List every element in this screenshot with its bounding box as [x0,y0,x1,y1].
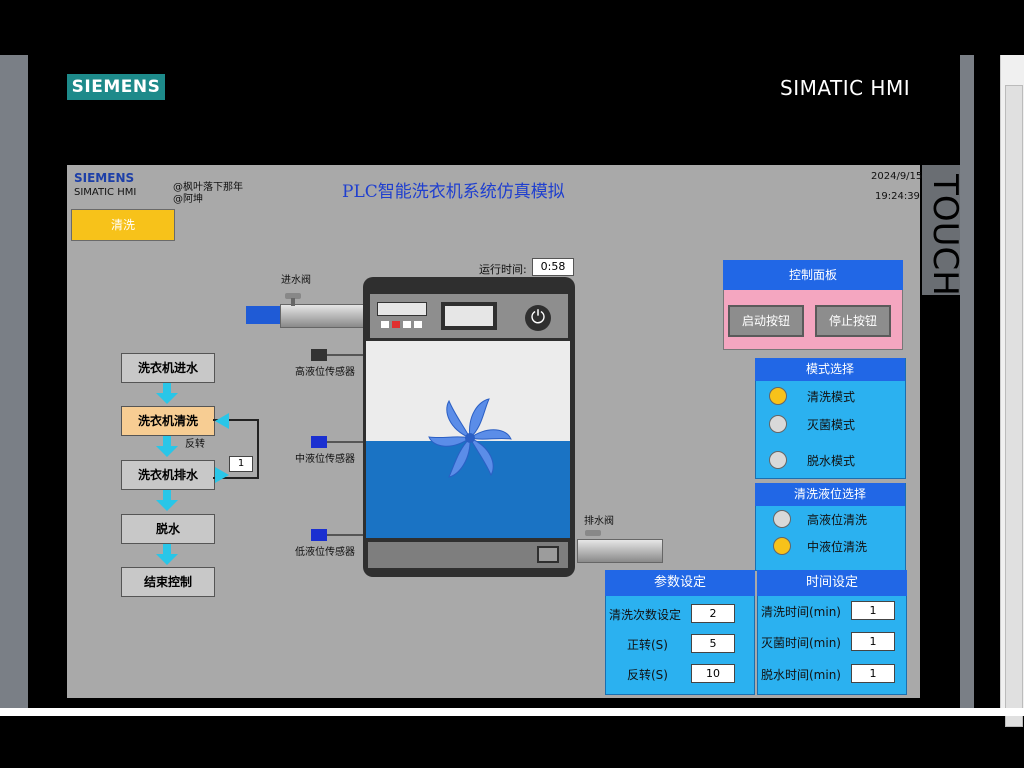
run-time-value: 0:58 [532,258,574,276]
high-level-sensor-icon [311,349,327,361]
scrollbar-thumb[interactable] [1005,85,1023,727]
sensor-wire [327,441,365,443]
low-level-sensor-label: 低液位传感器 [295,547,355,558]
indicator-light [414,321,422,328]
wash-count-label: 清洗次数设定 [609,608,682,622]
high-level-sensor-label: 高液位传感器 [295,367,355,378]
mid-level-sensor-icon [311,436,327,448]
credit-2: @阿坤 [173,194,203,205]
loop-arrow-tail [215,467,229,483]
drain-pipe [577,539,663,563]
sensor-wire [327,534,365,536]
wash-time-input[interactable]: 1 [851,601,895,620]
inlet-valve-stem [291,298,295,306]
loop-arrow-head [215,413,229,429]
indicator-light [392,321,400,328]
stop-button[interactable]: 停止按钮 [815,305,891,337]
page-title: PLC智能洗衣机系统仿真模拟 [342,182,565,202]
step-drain: 洗衣机排水 [121,460,215,490]
screen-brand: SIEMENS [74,171,135,185]
start-button[interactable]: 启动按钮 [728,305,804,337]
low-level-sensor-icon [311,529,327,541]
filter-cover [537,546,559,563]
date-display: 2024/9/15 [871,171,923,182]
reverse-time-input[interactable]: 10 [691,664,735,683]
indicator-light [381,321,389,328]
vertical-scrollbar[interactable] [1000,55,1024,727]
flow-arrow-head [156,446,178,457]
forward-time-input[interactable]: 5 [691,634,735,653]
time-settings-title: 时间设定 [757,570,907,596]
level-mid-radio[interactable] [773,537,791,555]
flow-arrow [163,383,171,393]
wash-count-input[interactable]: 2 [691,604,735,623]
mid-level-sensor-label: 中液位传感器 [295,454,355,465]
spin-time-label: 脱水时间(min) [761,668,841,682]
flow-arrow [163,490,171,500]
drain-valve-handle[interactable] [585,530,601,536]
mode-spin-radio[interactable] [769,451,787,469]
flow-arrow-head [156,554,178,565]
fan-icon [427,395,513,481]
display-slot [377,302,427,316]
flow-arrow [163,436,171,446]
inlet-water [246,306,280,324]
status-button[interactable]: 清洗 [71,209,175,241]
level-high-radio[interactable] [773,510,791,528]
inlet-valve-label: 进水阀 [281,275,311,286]
sterilize-time-input[interactable]: 1 [851,632,895,651]
flow-arrow [163,544,171,554]
step-wash: 洗衣机清洗 [121,406,215,436]
flow-arrow-head [156,393,178,404]
siemens-logo: SIEMENS [67,74,165,100]
time-display: 19:24:39 [875,191,920,202]
detergent-drawer-window [445,306,493,326]
run-time-label: 运行时间: [479,263,527,276]
inlet-pipe [280,304,367,328]
drain-valve-label: 排水阀 [584,516,614,527]
bottom-divider [0,708,1024,716]
right-bezel [960,55,974,710]
reverse-time-label: 反转(S) [627,668,668,682]
level-select-title: 清洗液位选择 [755,483,905,506]
step-end: 结束控制 [121,567,215,597]
mode-select-title: 模式选择 [755,358,905,381]
reverse-label: 反转 [185,439,205,450]
indicator-light [403,321,411,328]
hmi-product-title: SIMATIC HMI [780,76,911,100]
screen-product: SIMATIC HMI [74,187,137,198]
mode-wash-label: 清洗模式 [807,390,856,404]
spin-time-input[interactable]: 1 [851,664,895,683]
level-high-label: 高液位清洗 [807,513,868,527]
touch-panel-label: TOUCH [922,165,965,296]
params-title: 参数设定 [605,570,755,596]
hmi-screen: SIEMENS SIMATIC HMI @枫叶落下那年 @阿坤 PLC智能洗衣机… [67,165,923,698]
mode-sterilize-label: 灭菌模式 [807,418,856,432]
level-mid-label: 中液位清洗 [807,540,868,554]
loop-count: 1 [229,456,253,472]
wash-time-label: 清洗时间(min) [761,605,841,619]
power-icon[interactable]: ⏻ [525,305,551,331]
left-bezel [0,55,28,710]
step-fill: 洗衣机进水 [121,353,215,383]
step-spin-dry: 脱水 [121,514,215,544]
mode-wash-radio[interactable] [769,387,787,405]
control-panel-title: 控制面板 [723,260,903,290]
mode-sterilize-radio[interactable] [769,415,787,433]
sensor-wire [327,354,365,356]
sterilize-time-label: 灭菌时间(min) [761,636,841,650]
flow-arrow-head [156,500,178,511]
forward-time-label: 正转(S) [627,638,668,652]
mode-spin-label: 脱水模式 [807,454,856,468]
